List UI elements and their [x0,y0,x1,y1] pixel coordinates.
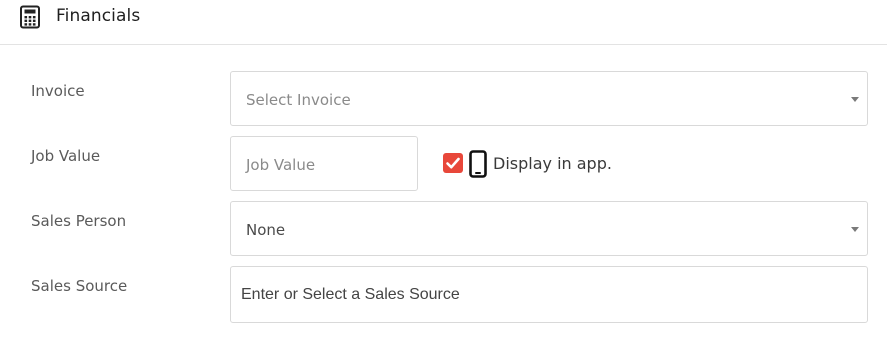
invoice-label: Invoice [31,82,85,100]
section-title: Financials [56,6,141,26]
sales-source-placeholder: Enter or Select a Sales Source [241,286,460,303]
mobile-phone-icon [469,150,487,178]
calculator-icon [19,5,41,29]
sales-person-select[interactable]: None [230,201,868,256]
job-value-label: Job Value [31,147,101,165]
invoice-placeholder: Select Invoice [246,91,351,109]
section-header: Financials [0,0,887,45]
display-in-app-checkbox[interactable] [443,153,463,173]
invoice-select[interactable]: Select Invoice [230,71,868,126]
job-value-input[interactable]: Job Value [230,136,418,191]
display-in-app-label[interactable]: Display in app. [493,154,612,173]
sales-source-label: Sales Source [31,277,128,295]
sales-person-value: None [246,221,286,239]
job-value-placeholder: Job Value [246,156,316,174]
chevron-down-icon [851,96,859,102]
sales-source-combobox[interactable]: Enter or Select a Sales Source [230,266,868,323]
check-icon [446,157,460,169]
sales-person-label: Sales Person [31,212,127,230]
chevron-down-icon [851,226,859,232]
